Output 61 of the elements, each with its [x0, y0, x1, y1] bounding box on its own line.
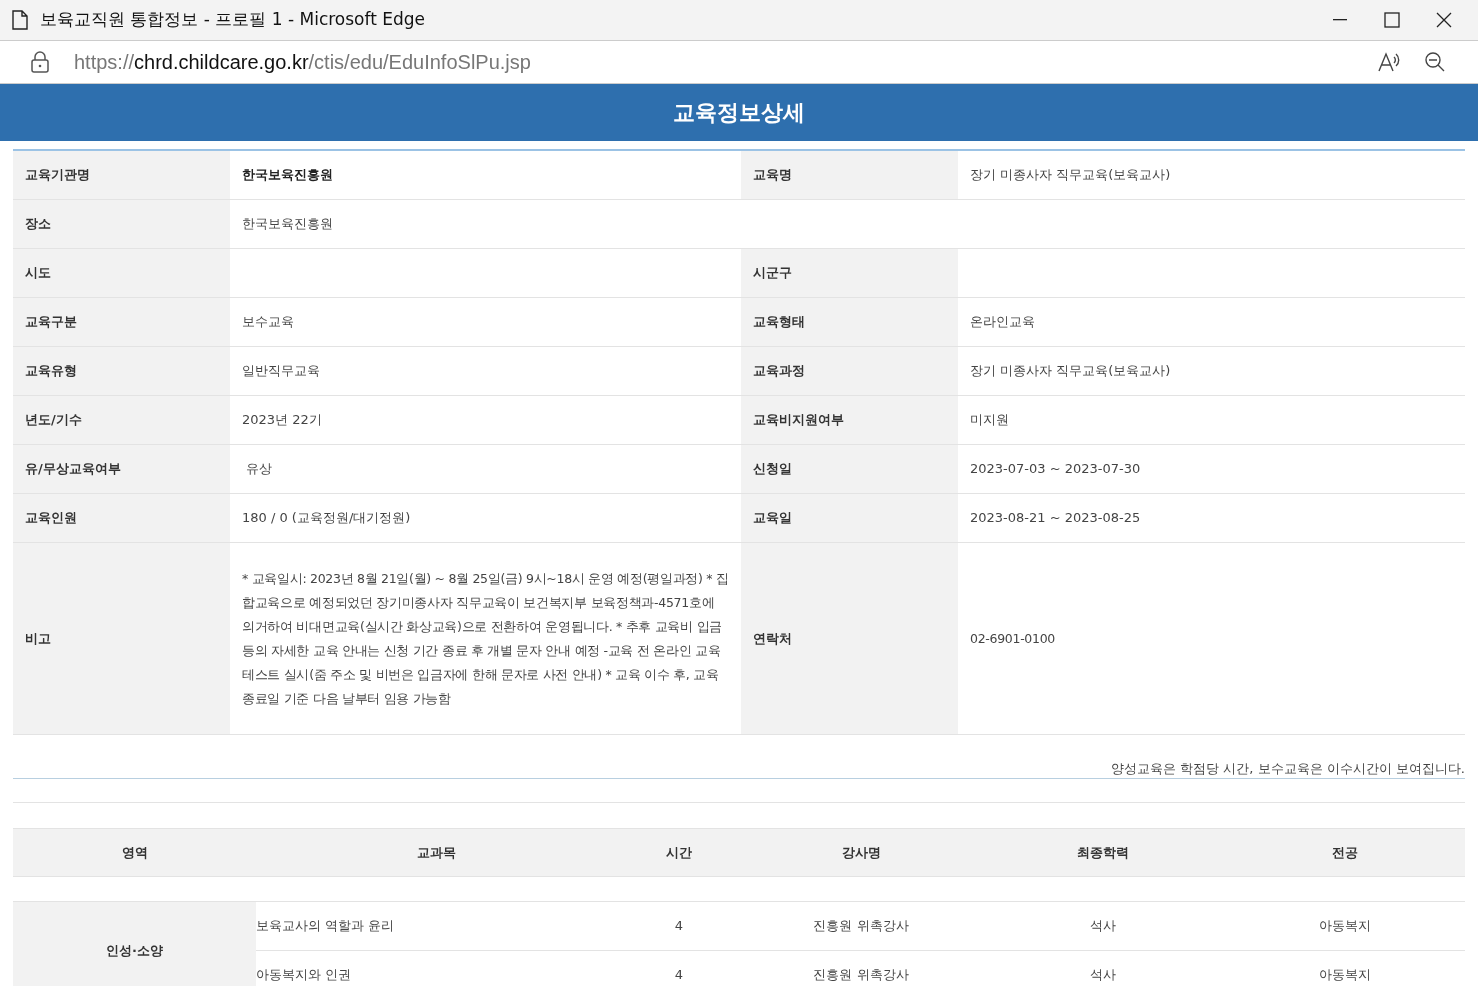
field-value: 02-6901-0100 — [970, 629, 1055, 648]
close-icon — [1436, 12, 1452, 28]
degree-cell-text: 석사 — [1090, 966, 1116, 985]
field-label: 교육비지원여부 — [741, 396, 958, 444]
zoom-out-icon — [1424, 51, 1446, 73]
field-value: 유상 — [245, 460, 273, 479]
note-text: 양성교육은 학점당 시간, 보수교육은 이수시간이 보여집니다. — [1111, 759, 1465, 778]
field-value: 2023년 22기 — [242, 411, 322, 430]
field-label: 시도 — [13, 249, 230, 297]
major-cell-text: 아동복지 — [1319, 966, 1371, 985]
field-label: 교육인원 — [13, 494, 230, 542]
column-header: 시간 — [666, 843, 692, 862]
minimize-icon — [1333, 19, 1347, 21]
field-label: 교육과정 — [741, 347, 958, 395]
page-title: 교육정보상세 — [673, 99, 805, 127]
field-label: 교육유형 — [13, 347, 230, 395]
address-bar[interactable]: https://chrd.childcare.go.kr/ctis/edu/EduInfoSlPu.jsp — [0, 40, 1478, 84]
field-label: 유/무상교육여부 — [13, 445, 230, 493]
field-value: 보수교육 — [242, 313, 294, 332]
field-label: 시군구 — [741, 249, 958, 297]
field-value: 한국보육진흥원 — [242, 215, 333, 234]
field-value: 한국보육진흥원 — [242, 166, 333, 185]
column-header: 전공 — [1332, 843, 1358, 862]
area-cell: 인성·소양 — [13, 902, 256, 986]
field-label: 교육형태 — [741, 298, 958, 346]
field-label: 교육기관명 — [13, 151, 230, 199]
page-icon — [12, 10, 28, 30]
field-label: 교육구분 — [13, 298, 230, 346]
lock-icon — [30, 51, 50, 73]
field-value: * 교육일시: 2023년 8월 21일(월) ~ 8월 25일(금) 9시~18시 운영 예정(평일과정) * 집합교육으로 예정되었던 장기미종사자 직무교육이 보건복지부 보육정책과-4571호에 의거하여 비대면교육(실시간 화상교육)으로 전환하여 운영됩니다. * 추후 교육비 입금 등의 자세한 교육 안내는 신청 기간 종료 후 개별 문자 안내 예정 -교육 전 온라인 교육 테스트 실시(줌 주소 및 비번은 입금자에 한해 문자로 사전 안내) * 교육 이수 후, 교육 종료일 기준 다음 날부터 임용 가능함 — [242, 569, 729, 708]
field-label: 장소 — [13, 200, 230, 248]
field-value: 미지원 — [970, 411, 1009, 430]
hours-cell-text: 4 — [674, 917, 684, 936]
degree-cell-text: 석사 — [1090, 917, 1116, 936]
field-value: 온라인교육 — [970, 313, 1035, 332]
field-value: 2023-07-03 ~ 2023-07-30 — [970, 460, 1141, 479]
maximize-icon — [1384, 12, 1400, 28]
instructor-cell-text: 진흥원 위촉강사 — [813, 917, 909, 936]
field-value: 2023-08-21 ~ 2023-08-25 — [970, 509, 1141, 528]
read-aloud-icon — [1377, 51, 1401, 73]
column-header: 교과목 — [417, 843, 456, 862]
window-title: 보육교직원 통합정보 - 프로필 1 - Microsoft Edge — [40, 8, 426, 32]
field-label: 연락처 — [741, 543, 958, 734]
field-label: 교육명 — [741, 151, 958, 199]
column-header: 영역 — [121, 843, 148, 862]
field-value: 장기 미종사자 직무교육(보육교사) — [970, 362, 1171, 381]
field-value: 180 / 0 (교육정원/대기정원) — [242, 509, 411, 528]
subject-cell-text: 아동복지와 인권 — [256, 966, 352, 985]
subject-cell-text: 보육교사의 역할과 윤리 — [256, 917, 395, 936]
field-label: 년도/기수 — [13, 396, 230, 444]
field-label: 비고 — [13, 543, 230, 734]
field-label: 교육일 — [741, 494, 958, 542]
field-value: 일반직무교육 — [242, 362, 320, 381]
field-label: 신청일 — [741, 445, 958, 493]
hours-cell-text: 4 — [674, 966, 684, 985]
column-header: 최종학력 — [1077, 843, 1129, 862]
field-value: 장기 미종사자 직무교육(보육교사) — [970, 166, 1171, 185]
url-text[interactable]: https://chrd.childcare.go.kr/ctis/edu/EduInfoSlPu.jsp — [74, 47, 531, 77]
column-header: 강사명 — [841, 843, 881, 862]
major-cell-text: 아동복지 — [1319, 917, 1371, 936]
instructor-cell-text: 진흥원 위촉강사 — [813, 966, 909, 985]
